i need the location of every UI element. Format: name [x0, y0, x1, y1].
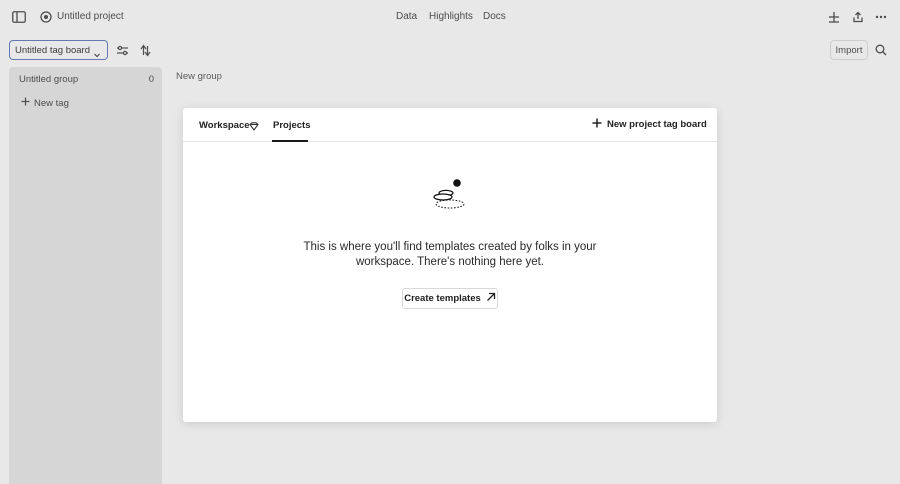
workspace-badge-icon	[249, 121, 259, 131]
active-tab-indicator	[272, 140, 308, 142]
tab-projects[interactable]: Projects	[273, 120, 311, 131]
new-project-tag-board-button[interactable]: New project tag board	[592, 118, 707, 131]
create-templates-button[interactable]: Create templates	[402, 288, 498, 309]
modal-header: Workspace Projects New project tag board	[183, 108, 717, 142]
create-templates-label: Create templates	[404, 293, 481, 304]
tab-workspace[interactable]: Workspace	[199, 120, 250, 131]
empty-state-message: This is where you'll find templates crea…	[303, 241, 597, 268]
external-link-arrow-icon	[486, 292, 496, 305]
new-board-label: New project tag board	[607, 119, 707, 130]
plus-icon	[592, 118, 602, 131]
empty-state-illustration	[430, 177, 470, 216]
templates-modal: Workspace Projects New project tag board…	[183, 108, 717, 422]
